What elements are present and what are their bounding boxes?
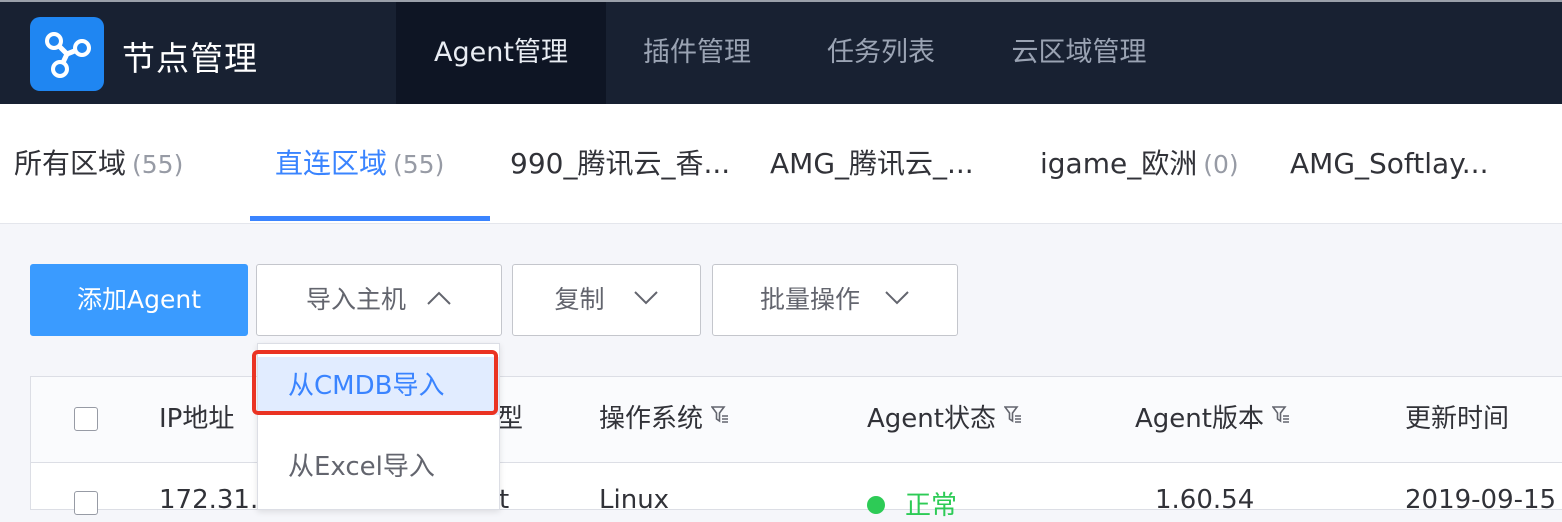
cell-agent-status: 正常 [867, 485, 957, 522]
tab-region-amg-softlayer[interactable]: AMG_Softlay... [1290, 104, 1488, 224]
filter-icon[interactable] [1271, 375, 1290, 460]
tab-label: AMG_Softlay... [1290, 147, 1489, 180]
column-header-os-label: 操作系统 [599, 404, 704, 434]
top-nav-bar: 节点管理 Agent管理 插件管理 任务列表 云区域管理 [0, 0, 1562, 104]
filter-icon[interactable] [1003, 375, 1022, 460]
tab-count: (55) [132, 150, 184, 179]
column-header-agent-status-label: Agent状态 [867, 404, 996, 434]
tab-region-990-tencent[interactable]: 990_腾讯云_香... [510, 104, 730, 224]
column-header-agent-status[interactable]: Agent状态 [867, 377, 1022, 462]
tab-direct-region[interactable]: 直连区域 (55) [275, 104, 444, 224]
batch-operations-button[interactable]: 批量操作 [712, 264, 958, 336]
cell-updated-time: 2019-09-15 [1405, 485, 1557, 515]
import-host-label: 导入主机 [305, 285, 406, 314]
batch-operations-label: 批量操作 [759, 285, 860, 314]
copy-label: 复制 [554, 285, 605, 314]
status-ok-icon [867, 495, 885, 514]
tab-all-regions[interactable]: 所有区域 (55) [14, 104, 183, 224]
column-header-agent-version[interactable]: Agent版本 [1135, 377, 1290, 462]
column-header-agent-version-label: Agent版本 [1135, 404, 1264, 434]
status-text: 正常 [905, 491, 958, 521]
import-from-excel-item[interactable]: 从Excel导入 [258, 438, 499, 496]
cell-type: t [499, 485, 510, 515]
chevron-up-icon [426, 263, 452, 333]
cell-ip: 172.31. [159, 485, 259, 515]
region-tabs: 所有区域 (55) 直连区域 (55) 990_腾讯云_香... AMG_腾讯云_.… [0, 104, 1562, 224]
chevron-down-icon [633, 263, 659, 333]
tab-label: 直连区域 [275, 147, 388, 180]
cell-os: Linux [599, 485, 670, 515]
nav-task-list[interactable]: 任务列表 [788, 2, 974, 104]
copy-button[interactable]: 复制 [512, 264, 701, 336]
import-host-button[interactable]: 导入主机 [256, 264, 502, 336]
tab-label: 所有区域 [14, 147, 127, 180]
app-title: 节点管理 [122, 39, 258, 78]
tab-label: igame_欧洲 [1040, 147, 1198, 180]
chevron-down-icon [884, 263, 910, 333]
select-all-checkbox[interactable] [74, 407, 98, 431]
cell-agent-version: 1.60.54 [1155, 485, 1255, 515]
add-agent-button[interactable]: 添加Agent [30, 264, 248, 336]
nav-plugin-management[interactable]: 插件管理 [606, 2, 788, 104]
nav-cloud-area-management[interactable]: 云区域管理 [974, 2, 1184, 104]
row-checkbox[interactable] [74, 491, 98, 515]
tab-count: (0) [1203, 150, 1239, 179]
active-tab-indicator [250, 216, 490, 221]
annotation-highlight-box [252, 350, 498, 415]
filter-icon[interactable] [710, 375, 729, 460]
tab-count: (55) [393, 150, 445, 179]
column-header-ip[interactable]: IP地址 [159, 377, 234, 462]
column-header-updated-time[interactable]: 更新时间 [1405, 377, 1509, 462]
tab-region-amg-tencent[interactable]: AMG_腾讯云_... [770, 104, 974, 224]
tab-label: 990_腾讯云_香... [510, 147, 731, 180]
column-header-os[interactable]: 操作系统 [599, 377, 729, 462]
tab-label: AMG_腾讯云_... [770, 147, 974, 180]
nav-agent-management[interactable]: Agent管理 [396, 2, 606, 104]
tab-region-igame-europe[interactable]: igame_欧洲 (0) [1040, 104, 1239, 224]
app-logo-icon[interactable] [30, 17, 104, 91]
